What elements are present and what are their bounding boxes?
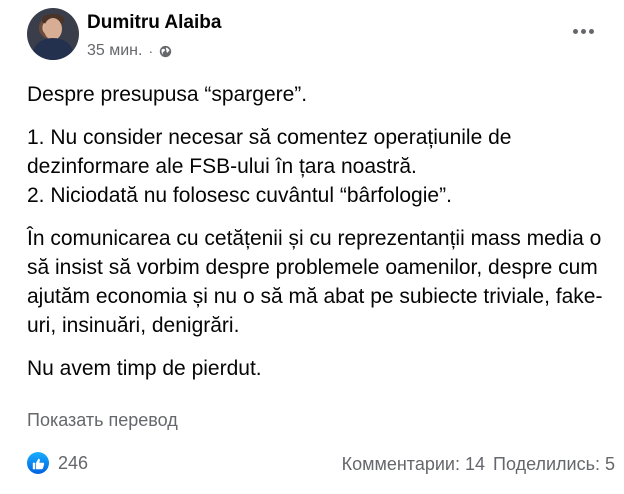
post-stats: Комментарии: 14 Поделились: 5 [342, 454, 615, 475]
post-header: Dumitru Alaiba 35 мин. · [27, 6, 607, 64]
meta-separator: · [148, 43, 154, 59]
author-name[interactable]: Dumitru Alaiba [87, 12, 221, 34]
avatar-face [44, 18, 62, 40]
reaction-count: 246 [58, 452, 89, 473]
post-point-2: 2. Niciodată nu folosesc cuvântul “bârfo… [27, 184, 452, 207]
more-dot [572, 28, 578, 34]
more-options-button[interactable] [569, 20, 597, 42]
post-closing: Nu avem timp de pierdut. [27, 357, 262, 380]
reactions-summary[interactable]: 246 [27, 452, 88, 474]
post-body: Despre presupusa “spargere”. 1. Nu consi… [27, 80, 607, 397]
post-footer: 246 Комментарии: 14 Поделились: 5 [27, 452, 615, 480]
post-point-1: 1. Nu consider necesar să comentez opera… [27, 126, 512, 178]
comments-count-link[interactable]: Комментарии: 14 [342, 454, 485, 475]
post-card: Dumitru Alaiba 35 мин. · Despre presupus… [0, 0, 624, 494]
post-paragraph: În comunicarea cu cetățenii și cu reprez… [27, 227, 603, 337]
more-dot [588, 28, 594, 34]
post-intro: Despre presupusa “spargere”. [27, 83, 308, 106]
shares-count-link[interactable]: Поделились: 5 [493, 454, 615, 475]
avatar[interactable] [27, 8, 79, 60]
like-icon [27, 452, 49, 474]
post-time[interactable]: 35 мин. [87, 42, 142, 60]
show-translation-link[interactable]: Показать перевод [27, 410, 178, 431]
more-dot [580, 28, 586, 34]
post-meta: 35 мин. · [87, 42, 172, 60]
avatar-suit [33, 38, 73, 60]
globe-icon[interactable] [159, 45, 172, 58]
